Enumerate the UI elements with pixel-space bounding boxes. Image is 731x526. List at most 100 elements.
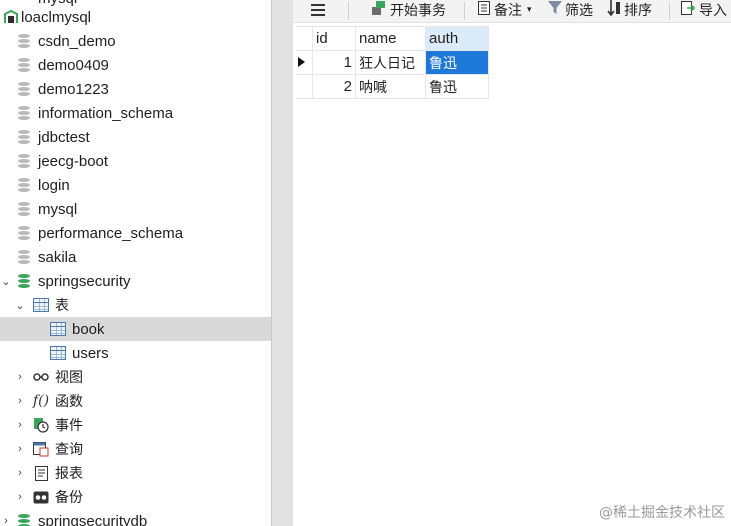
connection-icon: [3, 5, 19, 29]
object-tree: mysql loaclmysql csdn_demo demo0409 demo…: [0, 0, 271, 526]
cell-id[interactable]: 2: [312, 74, 356, 99]
note-button[interactable]: 备注 ▾: [478, 0, 532, 20]
table-row[interactable]: 1 狂人日记 鲁迅: [296, 50, 489, 75]
import-button[interactable]: 导入: [681, 0, 727, 20]
tree-folder-events[interactable]: › 事件: [0, 413, 271, 437]
cell-name[interactable]: 呐喊: [355, 74, 426, 99]
table-row[interactable]: 2 呐喊 鲁迅: [296, 74, 489, 99]
chevron-down-icon[interactable]: ⌄: [0, 269, 12, 293]
db-label: sakila: [38, 248, 77, 266]
cell-auth[interactable]: 鲁迅: [425, 50, 489, 75]
sort-icon: [607, 0, 621, 20]
column-header-name[interactable]: name: [355, 26, 426, 51]
db-label: demo1223: [38, 80, 109, 98]
tree-folder-queries[interactable]: › 查询: [0, 437, 271, 461]
database-icon: [16, 245, 32, 269]
table-icon: [50, 341, 66, 365]
row-marker-header: [296, 26, 313, 51]
chevron-right-icon[interactable]: ›: [14, 485, 26, 509]
tree-db-item[interactable]: performance_schema: [0, 221, 271, 245]
folder-label: 查询: [55, 442, 83, 458]
sort-button[interactable]: 排序: [607, 0, 652, 20]
tree-db-item[interactable]: › springsecuritydb: [0, 509, 271, 526]
cell-id[interactable]: 1: [312, 50, 356, 75]
caret-down-icon: ▾: [527, 5, 532, 15]
tree-table-item[interactable]: users: [0, 341, 271, 365]
db-label: springsecuritydb: [38, 512, 148, 526]
tree-tables-folder[interactable]: ⌄ 表: [0, 293, 271, 317]
folder-label: 表: [55, 298, 69, 314]
tree-table-item[interactable]: book: [0, 317, 271, 341]
tree-db-item[interactable]: login: [0, 173, 271, 197]
current-row-arrow-icon: [296, 50, 313, 75]
database-icon: [16, 197, 32, 221]
filter-icon: [548, 1, 562, 19]
tree-connection[interactable]: loaclmysql: [0, 5, 271, 29]
cell-auth[interactable]: 鲁迅: [425, 74, 489, 99]
db-label: demo0409: [38, 56, 109, 74]
report-icon: [33, 461, 49, 485]
db-label: mysql: [38, 200, 78, 218]
sort-label: 排序: [624, 3, 652, 19]
folder-label: 视图: [55, 370, 83, 386]
note-icon: [478, 1, 490, 19]
tree-db-item[interactable]: mysql: [0, 197, 271, 221]
tree-db-item[interactable]: demo1223: [0, 77, 271, 101]
folder-label: 报表: [55, 466, 83, 482]
db-label: springsecurity: [38, 272, 131, 290]
folder-label: 备份: [55, 490, 83, 506]
column-header-auth[interactable]: auth: [425, 26, 489, 51]
database-icon: [16, 101, 32, 125]
database-icon: [16, 53, 32, 77]
event-icon: [33, 413, 49, 437]
menu-icon[interactable]: [311, 0, 325, 20]
query-icon: [33, 437, 49, 461]
row-marker: [296, 74, 313, 99]
tree-folder-reports[interactable]: › 报表: [0, 461, 271, 485]
tree-db-item[interactable]: jeecg-boot: [0, 149, 271, 173]
database-icon: [16, 29, 32, 53]
transaction-icon: [372, 1, 386, 19]
tree-db-item[interactable]: sakila: [0, 245, 271, 269]
chevron-right-icon[interactable]: ›: [14, 389, 26, 413]
chevron-right-icon[interactable]: ›: [0, 509, 12, 526]
database-icon: [16, 125, 32, 149]
begin-transaction-button[interactable]: 开始事务: [372, 0, 446, 20]
tree-db-item[interactable]: information_schema: [0, 101, 271, 125]
database-icon: [16, 509, 32, 526]
data-grid: id name auth 1 狂人日记 鲁迅 2 呐喊 鲁迅: [296, 26, 489, 99]
db-label: login: [38, 176, 70, 194]
filter-label: 筛选: [565, 3, 593, 19]
table-icon: [50, 317, 66, 341]
chevron-right-icon[interactable]: ›: [14, 365, 26, 389]
chevron-right-icon[interactable]: ›: [14, 413, 26, 437]
chevron-down-icon[interactable]: ⌄: [14, 293, 26, 317]
db-label: csdn_demo: [38, 32, 116, 50]
chevron-right-icon[interactable]: ›: [14, 461, 26, 485]
database-icon: [16, 221, 32, 245]
begin-transaction-label: 开始事务: [390, 3, 446, 19]
import-icon: [681, 1, 696, 19]
tree-db-item[interactable]: csdn_demo: [0, 29, 271, 53]
function-icon: f(): [32, 393, 50, 409]
table-folder-icon: [33, 293, 49, 317]
folder-label: 事件: [55, 418, 83, 434]
chevron-right-icon[interactable]: ›: [14, 437, 26, 461]
panel-splitter[interactable]: [271, 0, 293, 526]
tree-folder-functions[interactable]: › f() 函数: [0, 389, 271, 413]
tree-folder-backups[interactable]: › 备份: [0, 485, 271, 509]
database-icon: [16, 173, 32, 197]
db-label: information_schema: [38, 104, 174, 122]
folder-label: 函数: [55, 394, 83, 410]
db-label: jdbctest: [38, 128, 90, 146]
column-header-id[interactable]: id: [312, 26, 356, 51]
cell-name[interactable]: 狂人日记: [355, 50, 426, 75]
tree-db-item[interactable]: jdbctest: [0, 125, 271, 149]
tree-db-item[interactable]: demo0409: [0, 53, 271, 77]
note-label: 备注: [494, 3, 522, 19]
tree-folder-views[interactable]: › 视图: [0, 365, 271, 389]
connection-label: loaclmysql: [21, 8, 92, 26]
tree-db-open[interactable]: ⌄ springsecurity: [0, 269, 271, 293]
watermark: @稀土掘金技术社区: [599, 505, 725, 521]
filter-button[interactable]: 筛选: [548, 0, 593, 20]
